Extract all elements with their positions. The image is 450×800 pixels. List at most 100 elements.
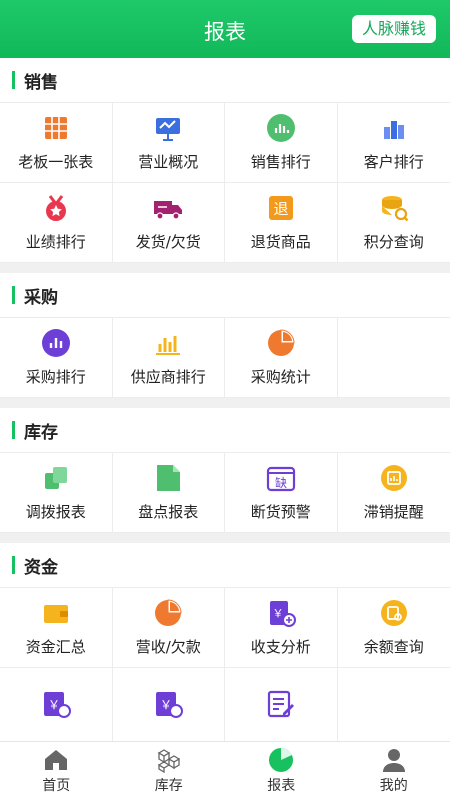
menu-item-funds-summary[interactable]: 资金汇总	[0, 588, 113, 668]
user-icon	[382, 749, 405, 772]
purchase-grid: 采购排行 供应商排行 采购统计	[0, 317, 450, 398]
menu-item-label: 采购统计	[250, 368, 311, 386]
document-icon	[157, 465, 181, 491]
menu-item-supplier-payments[interactable]: ￥	[113, 668, 225, 742]
section-accent-bar	[12, 421, 15, 439]
referral-button[interactable]: 人脉赚钱	[351, 15, 436, 43]
boxes-icon	[157, 749, 181, 773]
section-accent-bar	[12, 286, 15, 304]
home-icon	[45, 750, 68, 770]
menu-item-sales-receipts[interactable]: ￥	[0, 668, 113, 742]
menu-item-transfer-report[interactable]: 调拨报表	[0, 453, 113, 533]
section-header: 采购	[0, 273, 450, 317]
tab-label: 我的	[379, 778, 408, 794]
section-title: 库存	[24, 422, 58, 443]
menu-item-balance-query[interactable]: 余额查询	[337, 588, 450, 668]
table-icon	[44, 117, 67, 139]
menu-item-label: 调拨报表	[25, 503, 86, 521]
wallet-icon	[43, 605, 68, 623]
section-header: 资金	[0, 543, 450, 587]
shortage-glyph: 缺	[275, 475, 287, 490]
yuan-supply-icon: ￥	[156, 691, 184, 718]
menu-item-customer-ranking[interactable]: 客户排行	[337, 103, 450, 183]
menu-item-label: 收支分析	[250, 638, 311, 656]
svg-text:￥: ￥	[272, 607, 283, 620]
coins-search-icon	[381, 196, 409, 222]
section-title: 采购	[24, 287, 58, 308]
menu-item-label: 退货商品	[250, 233, 311, 251]
report-pie-icon	[269, 747, 294, 772]
svg-text:退: 退	[273, 200, 288, 218]
return-icon: 退	[268, 196, 293, 220]
menu-item-stocktaking-report[interactable]: 盘点报表	[112, 453, 225, 533]
menu-item-label: 余额查询	[363, 638, 424, 656]
section-title: 销售	[24, 72, 58, 93]
bar-chart-yellow-icon	[156, 336, 181, 355]
tab-label: 首页	[42, 778, 71, 794]
balance-icon	[380, 600, 407, 626]
menu-item-label: 老板一张表	[18, 153, 94, 171]
section-purchase: 采购 采购排行 供应商排行 采购统计	[0, 273, 450, 398]
menu-item-label: 营业概况	[138, 153, 199, 171]
menu-item-label: 采购排行	[25, 368, 86, 386]
section-accent-bar	[12, 71, 15, 89]
pie-chart-orange-icon	[155, 599, 182, 626]
medal-icon	[45, 195, 66, 221]
empty-cell	[338, 668, 450, 742]
section-sales: 销售 老板一张表 营业概况 销售排行 客户排行 业绩排行 发货/欠货 退 退货商…	[0, 58, 450, 263]
tab-home[interactable]: 首页	[0, 742, 113, 800]
slow-sale-icon	[380, 465, 407, 491]
yuan-sell-icon: ￥	[43, 691, 71, 718]
menu-item-sales-ranking[interactable]: 销售排行	[225, 103, 338, 183]
inventory-grid: 调拨报表 盘点报表 缺 断货预警 滞销提醒	[0, 452, 450, 533]
tab-label: 库存	[154, 778, 183, 794]
section-header: 库存	[0, 408, 450, 452]
menu-item-label: 供应商排行	[130, 368, 206, 386]
menu-item-revenue-debt[interactable]: 营收/欠款	[112, 588, 225, 668]
menu-item-label: 销售排行	[250, 153, 311, 171]
menu-item-label: 客户排行	[363, 153, 424, 171]
menu-item-label: 滞销提醒	[363, 503, 424, 521]
menu-item-shortage-warning[interactable]: 缺 断货预警	[225, 453, 338, 533]
menu-item-business-overview[interactable]: 营业概况	[112, 103, 225, 183]
menu-item-purchase-statistics[interactable]: 采购统计	[225, 318, 338, 398]
funds-grid: 资金汇总 营收/欠款 ￥ 收支分析 余额查询 ￥ ￥	[0, 587, 450, 742]
menu-item-label: 营收/欠款	[135, 638, 201, 656]
menu-item-purchase-ranking[interactable]: 采购排行	[0, 318, 113, 398]
truck-icon	[154, 201, 183, 220]
transfer-icon	[44, 467, 67, 489]
menu-item-points-query[interactable]: 积分查询	[337, 183, 450, 263]
tab-mine[interactable]: 我的	[338, 742, 450, 800]
menu-item-label: 业绩排行	[25, 233, 86, 251]
empty-cell	[337, 318, 450, 398]
menu-item-boss-table[interactable]: 老板一张表	[0, 103, 113, 183]
menu-item-slow-sale-reminder[interactable]: 滞销提醒	[337, 453, 450, 533]
menu-item-income-expense-analysis[interactable]: ￥ 收支分析	[225, 588, 338, 668]
tab-label: 报表	[267, 778, 296, 794]
section-funds: 资金 资金汇总 营收/欠款 ￥ 收支分析 余额查询 ￥ ￥	[0, 543, 450, 742]
income-expense-icon: ￥	[269, 601, 296, 627]
section-header: 销售	[0, 58, 450, 102]
report-content: 销售 老板一张表 营业概况 销售排行 客户排行 业绩排行 发货/欠货 退 退货商…	[0, 58, 450, 742]
section-inventory: 库存 调拨报表 盘点报表 缺 断货预警 滞销提醒	[0, 408, 450, 533]
menu-item-returned-goods[interactable]: 退 退货商品	[225, 183, 338, 263]
menu-item-performance-ranking[interactable]: 业绩排行	[0, 183, 113, 263]
menu-item-delivery-owed[interactable]: 发货/欠货	[112, 183, 225, 263]
pie-chart-icon	[267, 329, 295, 356]
shortage-icon: 缺	[266, 466, 295, 492]
sales-grid: 老板一张表 营业概况 销售排行 客户排行 业绩排行 发货/欠货 退 退货商品 积…	[0, 102, 450, 263]
tab-reports[interactable]: 报表	[225, 742, 338, 800]
bar-chart-circle-icon	[266, 114, 295, 142]
header: 报表 人脉赚钱	[0, 0, 450, 58]
menu-item-supplier-ranking[interactable]: 供应商排行	[112, 318, 225, 398]
menu-item-label: 断货预警	[250, 503, 311, 521]
section-accent-bar	[12, 556, 15, 574]
bar-chart-purple-icon	[41, 329, 70, 357]
menu-item-label: 盘点报表	[138, 503, 199, 521]
menu-item-label: 资金汇总	[25, 638, 86, 656]
section-title: 资金	[24, 557, 58, 578]
menu-item-edit-record[interactable]	[225, 668, 338, 742]
presentation-icon	[156, 118, 181, 141]
menu-item-label: 发货/欠货	[135, 233, 201, 251]
tab-inventory[interactable]: 库存	[113, 742, 226, 800]
